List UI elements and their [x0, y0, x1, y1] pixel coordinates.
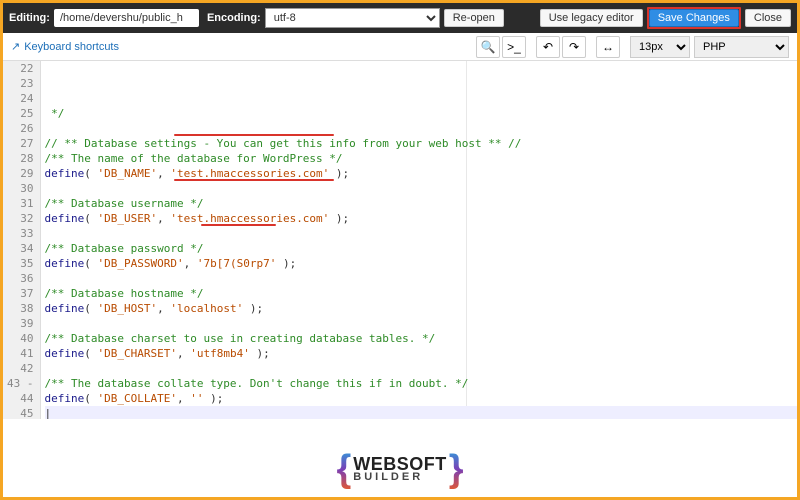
line-number: 39 — [7, 316, 34, 331]
code-line[interactable] — [45, 226, 798, 241]
code-line[interactable] — [45, 121, 798, 136]
code-line[interactable]: define( 'DB_PASSWORD', '7b[7(S0rp7' ); — [45, 256, 798, 271]
redo-button[interactable]: ↷ — [562, 36, 586, 58]
code-line[interactable] — [45, 361, 798, 376]
code-line[interactable] — [45, 271, 798, 286]
brace-open-icon: { — [336, 448, 351, 491]
line-number: 29 — [7, 166, 34, 181]
code-line[interactable]: // ** Database settings - You can get th… — [45, 136, 798, 151]
undo-button[interactable]: ↶ — [536, 36, 560, 58]
line-number: 36 — [7, 271, 34, 286]
line-number: 26 — [7, 121, 34, 136]
save-button[interactable]: Save Changes — [649, 9, 739, 27]
websoft-logo: { WEBSOFT BUILDER } — [336, 448, 463, 491]
line-number: 25 — [7, 106, 34, 121]
terminal-button[interactable]: >_ — [502, 36, 526, 58]
font-size-select[interactable]: 13px — [630, 36, 690, 58]
code-line[interactable] — [45, 316, 798, 331]
line-number: 40 — [7, 331, 34, 346]
line-number: 27 — [7, 136, 34, 151]
footer: { WEBSOFT BUILDER } — [3, 448, 797, 491]
editor-topbar: Editing: /home/devershu/public_h Encodin… — [3, 3, 797, 33]
line-number: 38 — [7, 301, 34, 316]
code-line[interactable]: define( 'DB_CHARSET', 'utf8mb4' ); — [45, 346, 798, 361]
editor-toolbar: ↗ Keyboard shortcuts 🔍 >_ ↶ ↷ ↔ 13px PHP — [3, 33, 797, 61]
line-number: 34 — [7, 241, 34, 256]
line-number: 33 — [7, 226, 34, 241]
reopen-button[interactable]: Re-open — [444, 9, 504, 27]
code-line[interactable]: */ — [45, 106, 798, 121]
code-line[interactable]: /** The name of the database for WordPre… — [45, 151, 798, 166]
annotation-underline — [174, 179, 334, 181]
search-button[interactable]: 🔍 — [476, 36, 500, 58]
code-line[interactable]: /** Database password */ — [45, 241, 798, 256]
line-number: 43 - — [7, 376, 34, 391]
external-icon: ↗ — [11, 40, 20, 53]
encoding-label: Encoding: — [207, 12, 261, 24]
code-line[interactable]: define( 'DB_USER', 'test.hmaccessories.c… — [45, 211, 798, 226]
editing-label: Editing: — [9, 12, 50, 24]
annotation-underline — [201, 224, 276, 226]
line-number: 30 — [7, 181, 34, 196]
code-line[interactable]: /** Database hostname */ — [45, 286, 798, 301]
line-number: 31 — [7, 196, 34, 211]
keyboard-shortcuts-link[interactable]: ↗ Keyboard shortcuts — [11, 40, 119, 53]
code-line[interactable]: /** Database username */ — [45, 196, 798, 211]
line-number: 23 — [7, 76, 34, 91]
code-line[interactable]: define( 'DB_COLLATE', '' ); — [45, 391, 798, 406]
code-line[interactable]: /** Database charset to use in creating … — [45, 331, 798, 346]
line-number: 44 — [7, 391, 34, 406]
close-button[interactable]: Close — [745, 9, 791, 27]
line-number: 22 — [7, 61, 34, 76]
filepath-field[interactable]: /home/devershu/public_h — [54, 9, 199, 27]
annotation-underline — [174, 134, 334, 136]
code-line[interactable]: define( 'DB_HOST', 'localhost' ); — [45, 301, 798, 316]
language-select[interactable]: PHP — [694, 36, 789, 58]
line-number: 37 — [7, 286, 34, 301]
code-line[interactable]: | — [45, 406, 798, 419]
line-number: 24 — [7, 91, 34, 106]
line-number: 45 — [7, 406, 34, 419]
code-editor[interactable]: 2223242526272829303132333435363738394041… — [3, 61, 797, 419]
line-number: 42 — [7, 361, 34, 376]
code-area[interactable]: */ // ** Database settings - You can get … — [41, 61, 798, 419]
save-highlight: Save Changes — [647, 7, 741, 29]
line-number: 32 — [7, 211, 34, 226]
line-number: 28 — [7, 151, 34, 166]
encoding-select[interactable]: utf-8 — [265, 8, 440, 28]
wrap-button[interactable]: ↔ — [596, 36, 620, 58]
code-line[interactable]: define( 'DB_NAME', 'test.hmaccessories.c… — [45, 166, 798, 181]
legacy-editor-button[interactable]: Use legacy editor — [540, 9, 643, 27]
line-gutter: 2223242526272829303132333435363738394041… — [3, 61, 41, 419]
code-line[interactable]: /** The database collate type. Don't cha… — [45, 376, 798, 391]
line-number: 35 — [7, 256, 34, 271]
brace-close-icon: } — [449, 448, 464, 491]
code-line[interactable] — [45, 181, 798, 196]
line-number: 41 — [7, 346, 34, 361]
